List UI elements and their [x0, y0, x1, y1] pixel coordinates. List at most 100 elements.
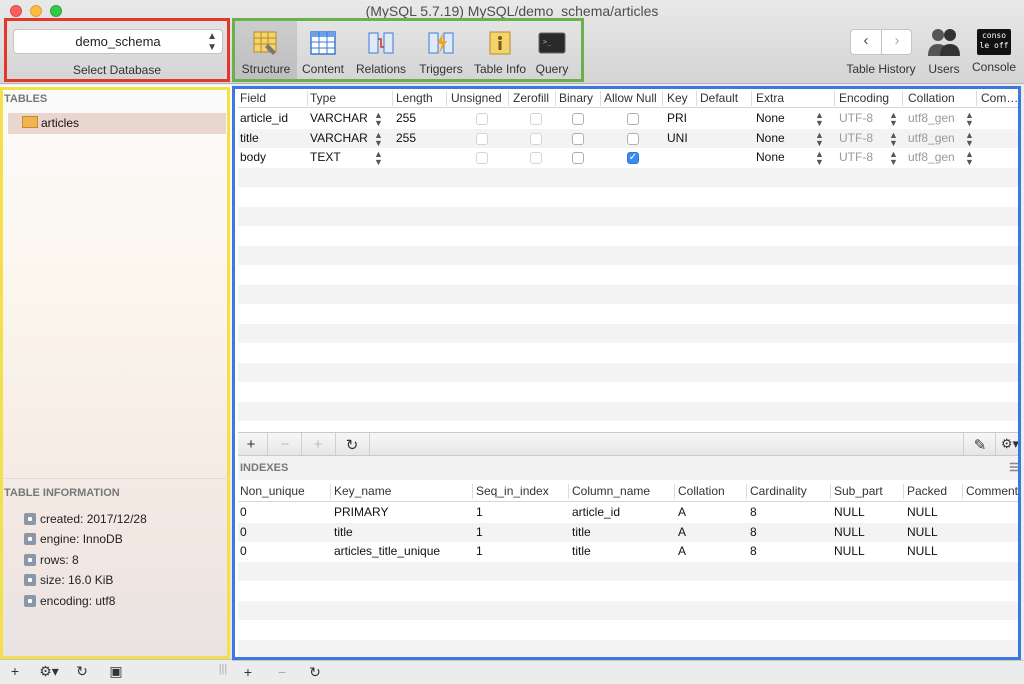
index-column-header[interactable]: Collation	[678, 484, 725, 498]
tab-table-info[interactable]: Table Info	[471, 21, 529, 79]
index-row[interactable]: 0 PRIMARY 1 article_id A 8 NULL NULL	[238, 503, 1018, 523]
gear-icon[interactable]: ⚙▾	[36, 663, 62, 680]
sidebar-table-articles[interactable]: articles	[8, 113, 226, 134]
unsigned-checkbox[interactable]	[476, 113, 488, 125]
users-button[interactable]: Users	[922, 24, 966, 82]
column-header[interactable]: Unsigned	[451, 91, 502, 105]
zerofill-checkbox[interactable]	[530, 113, 542, 125]
column-header[interactable]: Allow Null	[604, 91, 657, 105]
add-table-button[interactable]: +	[5, 663, 25, 679]
tab-query[interactable]: >_ Query	[531, 21, 573, 79]
tab-relations[interactable]: Relations	[351, 21, 411, 79]
index-row[interactable]: 0 articles_title_unique 1 title A 8 NULL NULL	[238, 542, 1018, 562]
index-column-header[interactable]: Key_name	[334, 484, 391, 498]
field-name-cell[interactable]: body	[240, 150, 266, 164]
binary-checkbox[interactable]	[572, 132, 584, 145]
field-key-cell[interactable]: PRI	[667, 111, 687, 125]
database-select[interactable]: demo_schema ▲ ▼	[13, 29, 223, 54]
index-column-header[interactable]: Non_unique	[240, 484, 305, 498]
tab-content[interactable]: Content	[297, 21, 349, 79]
field-encoding-cell[interactable]: UTF-8	[839, 150, 873, 164]
updown-chevron-icon[interactable]: ▲ ▼	[815, 150, 824, 167]
remove-index-button[interactable]: −	[272, 664, 292, 680]
table-row[interactable]: title VARCHAR ▲ ▼ 255 UNI None ▲ ▼ UTF-8 ▲ ▼ utf8_ge…	[238, 128, 1018, 148]
updown-chevron-icon[interactable]: ▲ ▼	[965, 130, 974, 147]
allow-null-checkbox[interactable]	[627, 132, 639, 145]
index-column-header[interactable]: Column_name	[572, 484, 650, 498]
field-key-cell[interactable]: UNI	[667, 131, 688, 145]
field-extra-cell[interactable]: None	[756, 150, 785, 164]
zerofill-checkbox[interactable]	[530, 152, 542, 164]
index-column-header[interactable]: Sub_part	[834, 484, 883, 498]
field-name-cell[interactable]: title	[240, 131, 259, 145]
tables-header: TABLES	[4, 93, 48, 105]
field-length-cell[interactable]: 255	[396, 131, 416, 145]
updown-chevron-icon[interactable]: ▲ ▼	[815, 111, 824, 128]
index-row[interactable]: 0 title 1 title A 8 NULL NULL	[238, 522, 1018, 542]
field-collation-cell[interactable]: utf8_gen	[908, 150, 955, 164]
column-header[interactable]: Com…	[981, 91, 1018, 105]
field-encoding-cell[interactable]: UTF-8	[839, 111, 873, 125]
refresh-fields-button[interactable]: ↻	[339, 436, 365, 454]
gear-icon[interactable]: ⚙▾	[997, 436, 1018, 452]
index-column-header[interactable]: Cardinality	[750, 484, 807, 498]
column-header[interactable]: Zerofill	[513, 91, 549, 105]
field-encoding-cell[interactable]: UTF-8	[839, 131, 873, 145]
updown-chevron-icon[interactable]: ▲ ▼	[889, 130, 898, 147]
column-header[interactable]: Extra	[756, 91, 784, 105]
zerofill-checkbox[interactable]	[530, 132, 542, 145]
column-header[interactable]: Encoding	[839, 91, 889, 105]
table-row[interactable]: body TEXT ▲ ▼ ✓ None ▲ ▼ UTF-8 ▲ ▼ utf8_gen ▲ ▼	[238, 148, 1018, 168]
column-header[interactable]: Field	[240, 91, 266, 105]
refresh-tables-button[interactable]: ↻	[72, 663, 92, 680]
column-header[interactable]: Length	[396, 91, 433, 105]
column-header[interactable]: Binary	[559, 91, 593, 105]
tab-triggers[interactable]: Triggers	[413, 21, 469, 79]
field-name-cell[interactable]: article_id	[240, 111, 288, 125]
unsigned-checkbox[interactable]	[476, 152, 488, 164]
history-forward-button[interactable]: ›	[882, 32, 912, 49]
duplicate-field-button[interactable]: +	[305, 436, 331, 453]
refresh-indexes-button[interactable]: ↻	[305, 664, 325, 681]
tab-structure[interactable]: Structure	[235, 21, 297, 79]
allow-null-checkbox[interactable]	[627, 113, 639, 125]
updown-chevron-icon[interactable]: ▲ ▼	[965, 111, 974, 128]
filter-tables-button[interactable]: ▣	[106, 663, 126, 680]
resize-handle[interactable]: |||	[213, 663, 233, 675]
column-header[interactable]: Default	[700, 91, 738, 105]
field-extra-cell[interactable]: None	[756, 111, 785, 125]
field-length-cell[interactable]: 255	[396, 111, 416, 125]
updown-chevron-icon[interactable]: ▲ ▼	[889, 111, 898, 128]
updown-chevron-icon[interactable]: ▲ ▼	[374, 111, 383, 128]
console-button[interactable]: conso le off Console	[968, 24, 1020, 82]
binary-checkbox[interactable]	[572, 113, 584, 125]
field-type-cell[interactable]: VARCHAR	[310, 131, 368, 145]
index-column-header[interactable]: Packed	[907, 484, 947, 498]
updown-chevron-icon[interactable]: ▲ ▼	[815, 130, 824, 147]
table-row[interactable]: article_id VARCHAR ▲ ▼ 255 PRI None ▲ ▼ UTF-8 ▲ ▼ ut…	[238, 109, 1018, 129]
index-column-header[interactable]: Comment	[966, 484, 1018, 498]
column-header[interactable]: Collation	[908, 91, 955, 105]
updown-chevron-icon[interactable]: ▲ ▼	[374, 150, 383, 167]
index-cell: A	[678, 505, 687, 519]
binary-checkbox[interactable]	[572, 152, 584, 164]
unsigned-checkbox[interactable]	[476, 132, 488, 145]
field-collation-cell[interactable]: utf8_gen	[908, 131, 955, 145]
updown-chevron-icon[interactable]: ▲ ▼	[374, 130, 383, 147]
remove-field-button[interactable]: −	[272, 436, 298, 453]
index-column-header[interactable]: Seq_in_index	[476, 484, 549, 498]
field-collation-cell[interactable]: utf8_gen	[908, 111, 955, 125]
history-back-button[interactable]: ‹	[851, 32, 881, 49]
add-index-button[interactable]: +	[238, 664, 258, 680]
allow-null-checkbox[interactable]: ✓	[627, 152, 639, 164]
field-type-cell[interactable]: TEXT	[310, 150, 341, 164]
column-header[interactable]: Key	[667, 91, 688, 105]
edit-pencil-icon[interactable]: ✎	[967, 436, 993, 454]
updown-chevron-icon[interactable]: ▲ ▼	[889, 150, 898, 167]
field-extra-cell[interactable]: None	[756, 131, 785, 145]
updown-chevron-icon[interactable]: ▲ ▼	[965, 150, 974, 167]
field-type-cell[interactable]: VARCHAR	[310, 111, 368, 125]
indexes-menu-icon[interactable]: ☰	[1009, 461, 1018, 474]
add-field-button[interactable]: +	[238, 436, 264, 453]
column-header[interactable]: Type	[310, 91, 336, 105]
